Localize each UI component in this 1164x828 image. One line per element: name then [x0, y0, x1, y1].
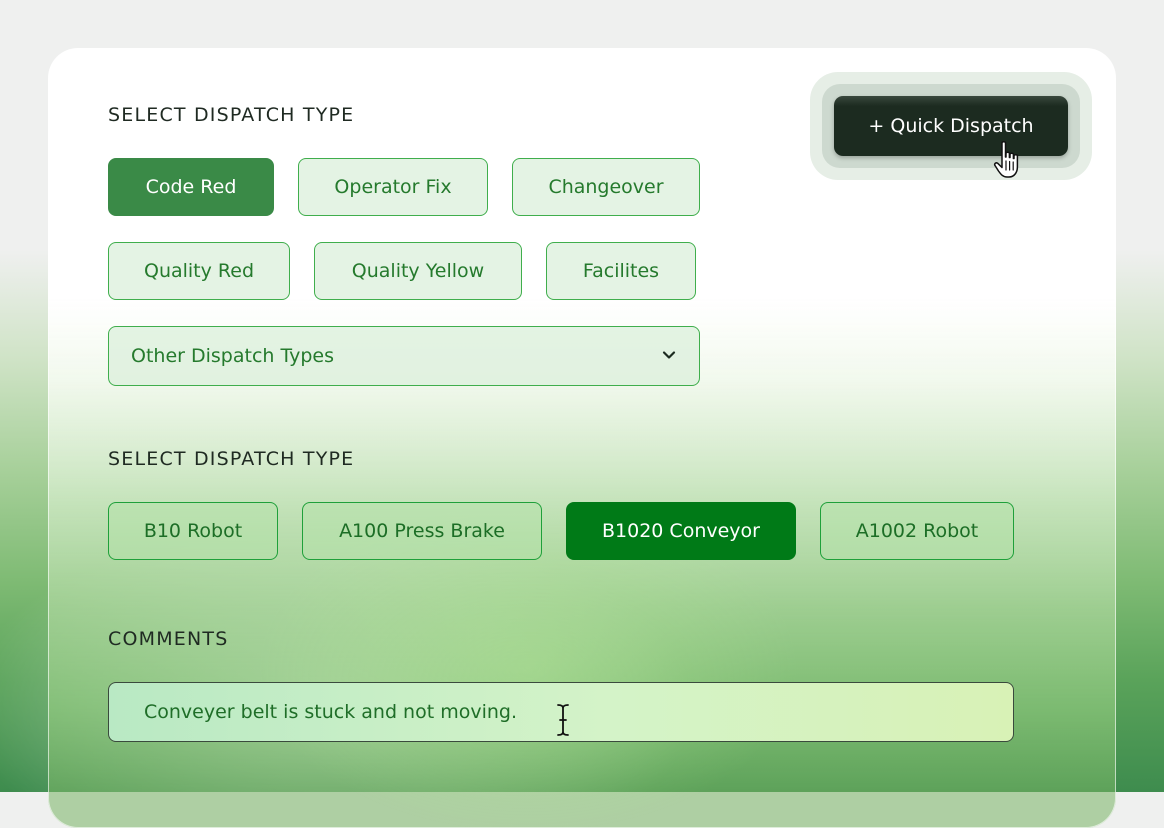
dispatch-type-facilities[interactable]: Facilites — [546, 242, 696, 300]
chevron-down-icon — [662, 351, 676, 359]
dispatch-type-changeover[interactable]: Changeover — [512, 158, 700, 216]
machine-b10-robot[interactable]: B10 Robot — [108, 502, 278, 560]
quick-dispatch-button[interactable]: + Quick Dispatch — [834, 96, 1068, 156]
other-dispatch-types-label: Other Dispatch Types — [131, 345, 335, 367]
comments-heading: COMMENTS — [108, 628, 229, 650]
ibeam-cursor-icon — [557, 704, 569, 736]
dispatch-type-operator-fix[interactable]: Operator Fix — [298, 158, 488, 216]
machine-a1002-robot[interactable]: A1002 Robot — [820, 502, 1014, 560]
other-dispatch-types-select[interactable]: Other Dispatch Types — [108, 326, 700, 386]
dispatch-type-quality-red[interactable]: Quality Red — [108, 242, 290, 300]
hand-pointer-cursor-icon — [993, 140, 1019, 178]
dispatch-type-heading: SELECT DISPATCH TYPE — [108, 104, 355, 126]
dispatch-type-code-red[interactable]: Code Red — [108, 158, 274, 216]
machine-a100-press-brake[interactable]: A100 Press Brake — [302, 502, 542, 560]
dispatch-type-quality-yellow[interactable]: Quality Yellow — [314, 242, 522, 300]
machine-b1020-conveyor[interactable]: B1020 Conveyor — [566, 502, 796, 560]
comments-text: Conveyer belt is stuck and not moving. — [144, 701, 518, 723]
machine-heading: SELECT DISPATCH TYPE — [108, 448, 355, 470]
